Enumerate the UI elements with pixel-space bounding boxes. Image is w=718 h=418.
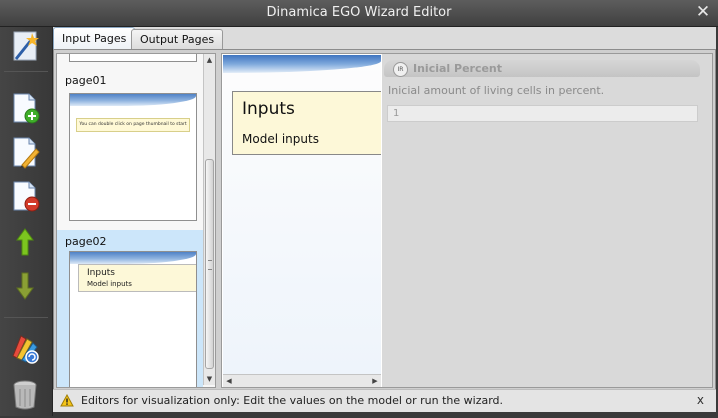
editor-title: Inicial Percent — [413, 62, 503, 75]
warning-icon — [60, 393, 74, 407]
toolbar-separator — [4, 71, 48, 72]
palette-icon[interactable] — [8, 331, 42, 365]
thumbnail-card-title: Inputs — [87, 268, 115, 278]
thumbnail-header-wave — [70, 252, 196, 264]
editor-panel: IR Inicial Percent Inicial amount of liv… — [382, 54, 712, 387]
preview-header-wave — [223, 55, 381, 73]
thumbnail-card: Inputs Model inputs — [78, 264, 196, 292]
status-bar: Editors for visualization only: Edit the… — [53, 389, 716, 412]
editor-header: IR Inicial Percent — [384, 60, 700, 77]
add-page-icon[interactable] — [8, 91, 42, 125]
dismiss-status-button[interactable]: x — [697, 393, 704, 407]
content-frame: page01 You can double click on page thum… — [53, 49, 716, 390]
scroll-left-arrow-icon[interactable]: ◀ — [223, 375, 235, 387]
page-thumbnail[interactable]: You can double click on page thumbnail t… — [69, 93, 197, 221]
page-thumbnail[interactable] — [69, 54, 197, 62]
page-list: page01 You can double click on page thum… — [56, 53, 216, 388]
toolbar-separator — [4, 317, 48, 318]
wand-icon[interactable] — [8, 29, 42, 63]
editor-description: Inicial amount of living cells in percen… — [388, 84, 605, 97]
value-input[interactable]: 1 — [387, 105, 698, 122]
thumbnail-note: You can double click on page thumbnail t… — [76, 118, 190, 132]
page-label: page01 — [65, 74, 107, 87]
tab-bar: Input Pages Output Pages — [53, 27, 716, 49]
preview-hscrollbar[interactable]: ◀ ▶ — [223, 374, 381, 387]
scroll-up-arrow-icon[interactable]: ▲ — [204, 54, 215, 66]
move-down-icon[interactable] — [8, 269, 42, 303]
tab-output-pages[interactable]: Output Pages — [131, 29, 224, 49]
status-message: Editors for visualization only: Edit the… — [81, 394, 504, 407]
edit-page-icon[interactable] — [8, 135, 42, 169]
grip-icon — [208, 260, 212, 270]
preview-card-title: Inputs — [242, 99, 295, 119]
close-icon[interactable]: ✕ — [694, 2, 712, 22]
main-area: Input Pages Output Pages page01 You can … — [53, 27, 716, 390]
left-toolbar — [0, 27, 53, 416]
list-item[interactable]: page01 You can double click on page thum… — [57, 70, 203, 228]
list-item[interactable]: page02 Inputs Model inputs — [57, 230, 203, 387]
move-up-icon[interactable] — [8, 225, 42, 259]
tab-input-pages[interactable]: Input Pages — [53, 27, 136, 49]
page-thumbnail[interactable]: Inputs Model inputs — [69, 251, 197, 387]
preview-card[interactable]: Inputs Model inputs — [232, 91, 381, 155]
editor-type-badge: IR — [393, 62, 408, 77]
preview-canvas: Inputs Model inputs — [223, 55, 381, 374]
page-label: page02 — [65, 235, 107, 248]
scroll-right-arrow-icon[interactable]: ▶ — [369, 375, 381, 387]
title-bar: Dinamica EGO Wizard Editor ✕ — [0, 0, 718, 27]
window-title: Dinamica EGO Wizard Editor — [266, 5, 452, 20]
thumbnail-header-wave — [70, 94, 196, 106]
page-list-scrollbar[interactable]: ▲ ▼ — [203, 54, 215, 385]
trash-icon[interactable] — [8, 377, 42, 411]
page-preview: Inputs Model inputs ◀ ▶ IR Inicial Perce… — [221, 53, 713, 388]
wizard-editor-window: Dinamica EGO Wizard Editor ✕ Input Pages… — [0, 0, 718, 418]
scrollbar-thumb[interactable] — [205, 159, 214, 369]
thumbnail-card-subtitle: Model inputs — [87, 280, 132, 288]
preview-card-subtitle: Model inputs — [242, 132, 319, 146]
remove-page-icon[interactable] — [8, 179, 42, 213]
scroll-down-arrow-icon[interactable]: ▼ — [204, 373, 215, 385]
